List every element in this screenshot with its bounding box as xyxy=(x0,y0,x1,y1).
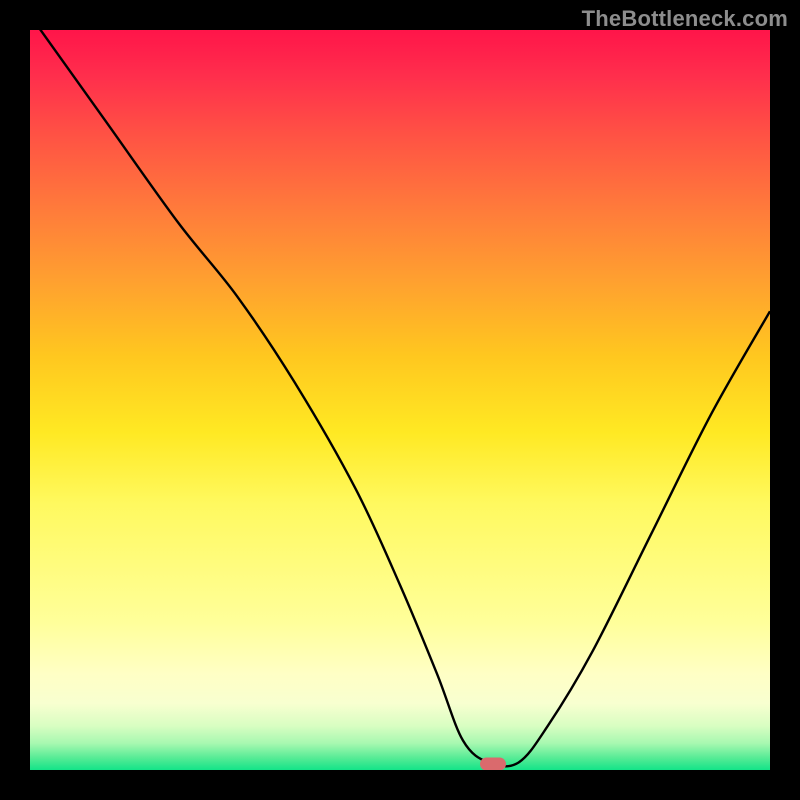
plot-area xyxy=(30,30,770,770)
watermark-text: TheBottleneck.com xyxy=(582,6,788,32)
optimal-marker xyxy=(480,758,506,770)
chart-frame: TheBottleneck.com xyxy=(0,0,800,800)
bottleneck-curve xyxy=(30,30,770,770)
